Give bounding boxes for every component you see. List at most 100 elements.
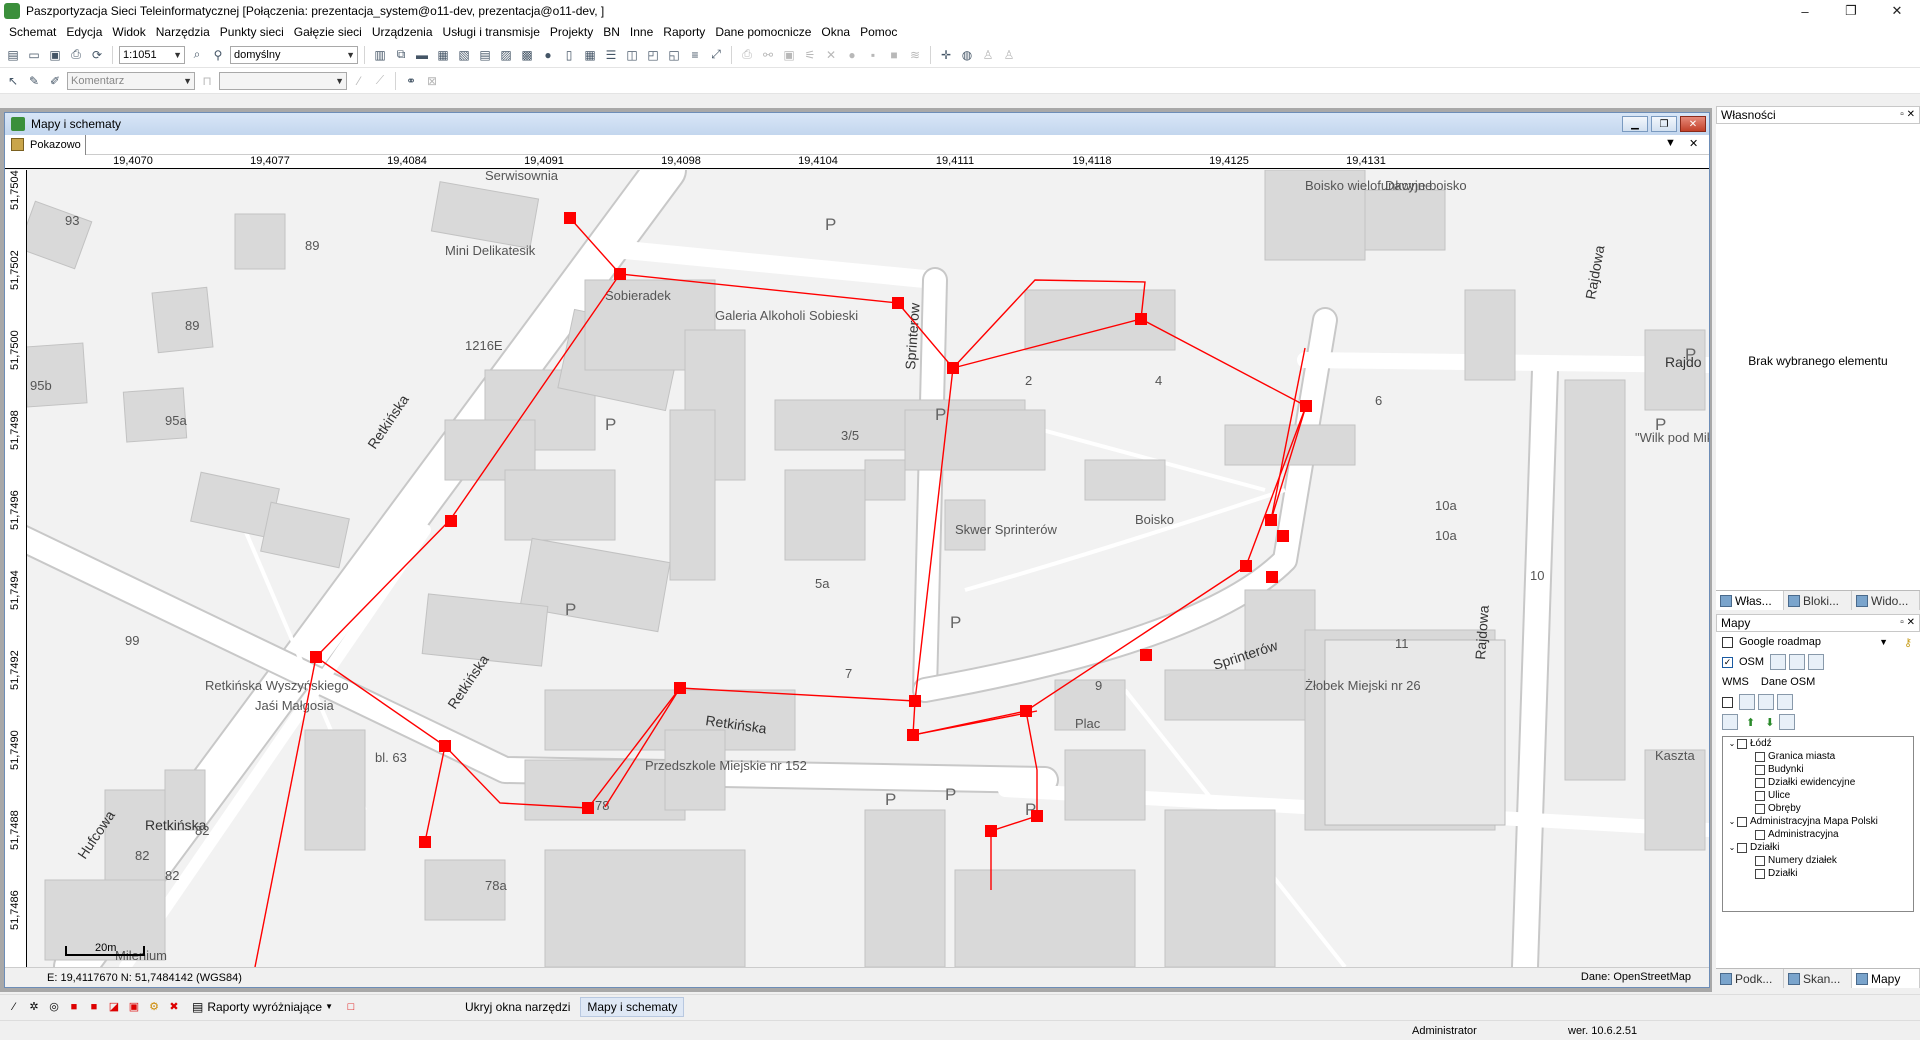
comment-combo[interactable]: Komentarz ▼ [67,71,195,90]
panel-pin-icon[interactable]: ▫ ✕ [1900,109,1915,120]
map-mode-icon[interactable]: ▨ [497,46,515,64]
minimize-button[interactable]: – [1782,0,1828,22]
tree-node[interactable]: Granica miasta [1723,750,1913,763]
tree-checkbox[interactable] [1737,842,1747,853]
resize-icon[interactable]: ⤢ [707,46,725,64]
menu-13[interactable]: Okna [816,25,855,39]
basemap-checkbox[interactable] [1722,636,1733,648]
map-view[interactable]: Retkińska Retkińska Retkińska Hufcowa Sprint… [5,170,1709,967]
folder-icon[interactable]: ▬ [413,46,431,64]
tree-checkbox[interactable] [1755,855,1765,866]
panel-tab-2[interactable]: Mapy [1852,969,1920,988]
panel-tab-0[interactable]: Włas... [1716,591,1784,610]
basemap-row[interactable]: Google roadmap ▼ ⚷ [1716,632,1920,652]
list-icon[interactable]: ☰ [602,46,620,64]
edit-layer-icon[interactable] [1789,654,1806,670]
circle-disabled-icon[interactable]: ● [843,46,861,64]
tab-dane-osm[interactable]: Dane OSM [1761,676,1815,688]
panel-tab-1[interactable]: Bloki... [1784,591,1852,610]
crosshair-icon[interactable]: ✛ [937,46,955,64]
maximize-button[interactable]: ❐ [1828,0,1874,22]
stack-disabled-icon[interactable]: ≋ [906,46,924,64]
red-x-icon[interactable]: ✖ [166,999,182,1015]
refresh-icon[interactable]: ⟳ [88,46,106,64]
open-icon[interactable]: ▭ [25,46,43,64]
chart-icon[interactable]: ▧ [455,46,473,64]
print-disabled-icon[interactable]: ⎙ [738,46,756,64]
menu-5[interactable]: Gałęzie sieci [289,25,367,39]
select-arrow-icon[interactable]: ↖ [4,72,22,90]
menu-4[interactable]: Punkty sieci [215,25,289,39]
tree-node[interactable]: ⌄ Administracyjna Mapa Polski [1723,815,1913,828]
menu-7[interactable]: Usługi i transmisje [438,25,545,39]
menu-6[interactable]: Urządzenia [367,25,438,39]
grid-icon[interactable]: ▦ [434,46,452,64]
tree-node[interactable]: ⌄ Łódź [1723,737,1913,750]
tree-checkbox[interactable] [1755,829,1765,840]
tree-node[interactable]: ⌄ Działki [1723,841,1913,854]
red-square2-icon[interactable]: ■ [86,999,102,1015]
maps-schemes-button[interactable]: Mapy i schematy [580,996,685,1017]
tree-node[interactable]: Obręby [1723,802,1913,815]
scale-combo[interactable]: 1:1051 ▼ [119,45,185,64]
zoom-icon[interactable]: ⌕ [188,46,206,64]
scatter-icon[interactable]: ✲ [26,999,42,1015]
frame-icon[interactable]: ◰ [644,46,662,64]
settings-icon[interactable]: ⚙ [146,999,162,1015]
tree-checkbox[interactable] [1755,803,1765,814]
import-disabled-icon[interactable]: ⚟ [801,46,819,64]
brush-layer-icon[interactable] [1808,654,1825,670]
frame2-icon[interactable]: ◱ [665,46,683,64]
delete-disabled-icon[interactable]: ✕ [822,46,840,64]
print-icon[interactable]: ⎙ [67,46,85,64]
target-icon[interactable]: ◎ [46,999,62,1015]
tree-node[interactable]: Budynki [1723,763,1913,776]
layer-combo[interactable]: ▼ [219,71,347,90]
menu-14[interactable]: Pomoc [855,25,902,39]
tabs-dropdown-icon[interactable]: ▼ [1665,137,1676,149]
globe-layer-icon[interactable] [1770,654,1787,670]
expand-icon[interactable]: ⌄ [1727,817,1737,826]
tree-checkbox[interactable] [1737,816,1747,827]
expand-icon[interactable]: ⌄ [1727,739,1737,748]
hide-tools-button[interactable]: Ukryj okna narzędzi [459,997,576,1017]
menu-10[interactable]: Inne [625,25,658,39]
cross-icon[interactable]: ⊠ [423,72,441,90]
key-icon[interactable]: ⚷ [1904,636,1912,649]
menu-11[interactable]: Raporty [658,25,710,39]
panel-icon[interactable]: ▯ [560,46,578,64]
basemap-dropdown-icon[interactable]: ▼ [1879,637,1888,647]
tree-node[interactable]: Działki ewidencyjne [1723,776,1913,789]
find-icon[interactable]: ⚲ [209,46,227,64]
add-layer-icon[interactable] [1722,714,1738,730]
menu-0[interactable]: Schemat [4,25,61,39]
line-draw-icon[interactable]: ⟋ [371,72,389,90]
menu-12[interactable]: Dane pomocnicze [710,25,816,39]
table-icon[interactable]: ▤ [476,46,494,64]
red-edit-icon[interactable]: ◪ [106,999,122,1015]
panel-tab-2[interactable]: Wido... [1852,591,1920,610]
globe-icon[interactable]: ◍ [958,46,976,64]
pen-tool-icon[interactable]: ⁄ [6,999,22,1015]
menu-1[interactable]: Edycja [61,25,107,39]
tabs-close-icon[interactable]: ✕ [1689,137,1698,150]
map-canvas[interactable]: RetkińskaRetkińskaRetkińskaHufcowaSprint… [5,170,1709,967]
layer-props-icon[interactable] [1779,714,1796,730]
menu-3[interactable]: Narzędzia [151,25,215,39]
person2-disabled-icon[interactable]: ♙ [1000,46,1018,64]
move-up-icon[interactable]: ⬆ [1746,716,1755,729]
save-icon[interactable]: ▣ [46,46,64,64]
raster-icon[interactable]: ▩ [518,46,536,64]
map-close-button[interactable]: ✕ [1680,116,1706,132]
tree-checkbox[interactable] [1737,738,1747,749]
link-disabled-icon[interactable]: ⚯ [759,46,777,64]
tree-node[interactable]: Ulice [1723,789,1913,802]
red-square-icon[interactable]: ■ [66,999,82,1015]
box-disabled-icon[interactable]: ▪ [864,46,882,64]
maps-pin-icon[interactable]: ▫ ✕ [1900,617,1915,628]
red-frame-icon[interactable]: □ [343,999,359,1015]
panel-tab-1[interactable]: Skan... [1784,969,1852,988]
menu-2[interactable]: Widok [107,25,150,39]
tree-node[interactable]: Administracyjna [1723,828,1913,841]
layer-icon[interactable]: ▥ [371,46,389,64]
